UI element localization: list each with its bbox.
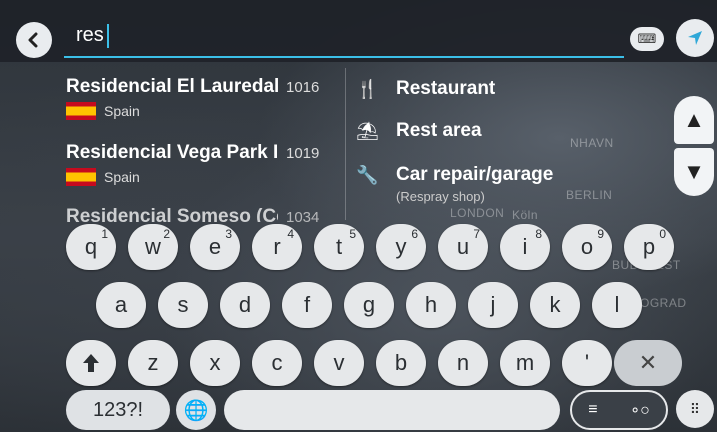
scroll-down-button[interactable]: ▼ — [674, 148, 714, 196]
spain-flag-icon — [66, 168, 96, 186]
result-name: Residencial El Lauredal ( — [66, 76, 278, 97]
key-k[interactable]: k — [530, 282, 580, 328]
result-name: Residencial Vega Park II — [66, 142, 278, 163]
category-sublabel: (Respray shop) — [396, 189, 485, 204]
key-i[interactable]: i8 — [500, 224, 550, 270]
shift-arrow-icon — [83, 354, 99, 372]
fork-knife-icon: 🍴 — [356, 79, 379, 99]
key-g[interactable]: g — [344, 282, 394, 328]
numeric-keyboard-button[interactable]: 123?! — [66, 390, 170, 430]
result-country: Spain — [66, 102, 346, 120]
scroll-up-button[interactable]: ▲ — [674, 96, 714, 144]
navigate-button[interactable] — [676, 19, 714, 57]
keyboard-toggle-button[interactable]: ⌨ — [630, 27, 664, 51]
key-c[interactable]: c — [252, 340, 302, 386]
country-label: Spain — [104, 169, 140, 185]
key-apostrophe[interactable]: ' — [562, 340, 612, 386]
text-caret — [107, 24, 109, 48]
back-button[interactable] — [16, 22, 52, 58]
key-h[interactable]: h — [406, 282, 456, 328]
key-s[interactable]: s — [158, 282, 208, 328]
key-p[interactable]: p0 — [624, 224, 674, 270]
key-t[interactable]: t5 — [314, 224, 364, 270]
main-menu-button[interactable]: ⠿ — [676, 390, 714, 428]
map-label: BERLIN — [566, 188, 613, 202]
key-x[interactable]: x — [190, 340, 240, 386]
key-m[interactable]: m — [500, 340, 550, 386]
key-l[interactable]: l — [592, 282, 642, 328]
category-restaurant[interactable]: 🍴 Restaurant — [356, 78, 495, 100]
search-input[interactable]: res — [76, 24, 104, 47]
shift-key[interactable] — [66, 340, 116, 386]
map-label: LONDON — [450, 206, 505, 220]
key-r[interactable]: r4 — [252, 224, 302, 270]
key-w[interactable]: w2 — [128, 224, 178, 270]
country-label: Spain — [104, 103, 140, 119]
onscreen-keyboard: q1 w2 e3 r4 t5 y6 u7 i8 o9 p0 a s d f g … — [0, 222, 717, 432]
list-item[interactable]: Residencial Someso (Cor 1034 — [66, 206, 346, 222]
key-o[interactable]: o9 — [562, 224, 612, 270]
result-distance: 1019 — [286, 145, 320, 162]
language-button[interactable]: 🌐 — [176, 390, 216, 430]
key-z[interactable]: z — [128, 340, 178, 386]
key-e[interactable]: e3 — [190, 224, 240, 270]
route-icon: ∘○ — [630, 402, 650, 419]
search-underline — [64, 56, 624, 58]
chevron-up-icon: ▲ — [683, 107, 705, 132]
column-divider — [345, 68, 346, 220]
list-map-toggle[interactable]: ≡ ∘○ — [570, 390, 668, 430]
key-y[interactable]: y6 — [376, 224, 426, 270]
key-u[interactable]: u7 — [438, 224, 488, 270]
spain-flag-icon — [66, 102, 96, 120]
dots-grid-icon: ⠿ — [689, 400, 701, 417]
key-b[interactable]: b — [376, 340, 426, 386]
result-country: Spain — [66, 168, 346, 186]
globe-icon: 🌐 — [183, 399, 209, 422]
chevron-down-icon: ▼ — [683, 159, 705, 184]
category-car-repair[interactable]: 🔧 Car repair/garage (Respray shop) — [356, 164, 553, 204]
key-a[interactable]: a — [96, 282, 146, 328]
close-icon: ✕ — [638, 350, 658, 375]
category-label: Rest area — [396, 120, 482, 141]
list-item[interactable]: Residencial El Lauredal ( 1016 Spain — [66, 76, 346, 120]
key-f[interactable]: f — [282, 282, 332, 328]
result-distance: 1016 — [286, 79, 320, 96]
rest-area-icon: ⛱ — [356, 121, 379, 141]
back-arrow-icon — [28, 32, 38, 48]
result-distance: 1034 — [286, 209, 320, 222]
list-item[interactable]: Residencial Vega Park II 1019 Spain — [66, 142, 346, 186]
backspace-key[interactable]: ✕ — [614, 340, 682, 386]
category-label: Car repair/garage — [396, 164, 554, 185]
key-j[interactable]: j — [468, 282, 518, 328]
key-d[interactable]: d — [220, 282, 270, 328]
result-name: Residencial Someso (Cor — [66, 206, 278, 222]
list-icon: ≡ — [588, 401, 598, 418]
category-rest-area[interactable]: ⛱ Rest area — [356, 120, 482, 142]
category-label: Restaurant — [396, 78, 496, 99]
wrench-icon: 🔧 — [356, 165, 379, 185]
map-label: Köln — [512, 208, 539, 222]
navigation-arrow-icon — [688, 31, 702, 45]
space-key[interactable] — [224, 390, 560, 430]
map-label: NHAVN — [570, 136, 614, 150]
key-n[interactable]: n — [438, 340, 488, 386]
key-q[interactable]: q1 — [66, 224, 116, 270]
keyboard-icon: ⌨ — [637, 31, 657, 46]
key-v[interactable]: v — [314, 340, 364, 386]
